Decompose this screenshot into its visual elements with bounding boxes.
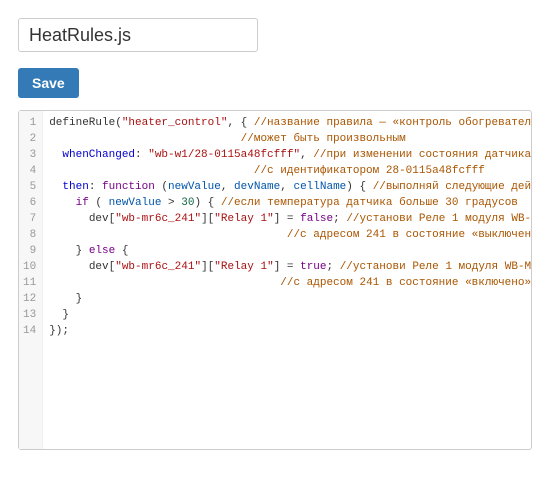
code-token: { [115,245,128,257]
code-token: "wb-w1/28-0115a48fcfff" [148,149,300,161]
code-token: //название правила — «контроль обогреват… [254,117,531,129]
line-number: 2 [23,131,36,147]
code-line[interactable]: then: function (newValue, devName, cellN… [49,179,525,195]
code-token: devName [234,181,280,193]
code-line[interactable]: //с адресом 241 в состояние «включено» [49,275,525,291]
code-line[interactable]: }); [49,323,525,339]
code-token: true [300,261,326,273]
code-token: defineRule( [49,117,122,129]
code-token: ) { [346,181,372,193]
code-line[interactable]: whenChanged: "wb-w1/28-0115a48fcfff", //… [49,147,525,163]
code-token [49,277,280,289]
code-token: : [89,181,102,193]
code-token: > [161,197,181,209]
code-token: dev [89,213,109,225]
code-token: //установи Реле 1 модуля WB-MR6C [346,213,531,225]
line-number: 5 [23,179,36,195]
code-token: "Relay 1" [214,213,273,225]
code-token: ][ [201,261,214,273]
code-token: //выполняй следующие действия [373,181,531,193]
code-token: "heater_control" [122,117,228,129]
code-token: , [280,181,293,193]
code-token: ) { [194,197,220,209]
code-token: "Relay 1" [214,261,273,273]
code-token: } [49,245,89,257]
code-token: //при изменении состояния датчика 1-Wire [313,149,531,161]
line-number: 4 [23,163,36,179]
code-token: } [49,309,69,321]
code-token: , [300,149,313,161]
code-area[interactable]: defineRule("heater_control", { //названи… [43,111,531,449]
code-token: }); [49,325,69,337]
code-token: //с идентификатором 28-0115a48fcfff [254,165,485,177]
filename-input[interactable] [18,18,258,52]
code-token: newValue [168,181,221,193]
line-number: 1 [23,115,36,131]
code-token: "wb-mr6c_241" [115,261,201,273]
code-token: } [49,293,82,305]
code-editor[interactable]: 1234567891011121314 defineRule("heater_c… [18,110,532,450]
line-number: 9 [23,243,36,259]
save-button[interactable]: Save [18,68,79,98]
line-number: 3 [23,147,36,163]
code-token: ] = [274,261,300,273]
code-token: //с адресом 241 в состояние «включено» [280,277,531,289]
code-token: ; [333,213,346,225]
line-number: 8 [23,227,36,243]
code-line[interactable]: defineRule("heater_control", { //названи… [49,115,525,131]
code-token: function [102,181,155,193]
code-token [49,261,89,273]
line-number: 10 [23,259,36,275]
line-gutter: 1234567891011121314 [19,111,43,449]
code-token: if [76,197,89,209]
code-token: whenChanged [62,149,135,161]
code-token: //может быть произвольным [241,133,406,145]
line-number: 12 [23,291,36,307]
line-number: 13 [23,307,36,323]
code-token: : [135,149,148,161]
code-token: then [62,181,88,193]
code-token: cellName [293,181,346,193]
code-token: ][ [201,213,214,225]
line-number: 6 [23,195,36,211]
code-token [49,133,240,145]
code-line[interactable]: //с адресом 241 в состояние «выключено» [49,227,525,243]
code-line[interactable]: } [49,307,525,323]
code-line[interactable]: //с идентификатором 28-0115a48fcfff [49,163,525,179]
code-token [49,197,75,209]
code-token: false [300,213,333,225]
line-number: 14 [23,323,36,339]
code-token: //установи Реле 1 модуля WB-MR6C [340,261,531,273]
code-token: else [89,245,115,257]
code-token: dev [89,261,109,273]
code-token [49,229,287,241]
code-token: //если температура датчика больше 30 гра… [221,197,518,209]
code-line[interactable]: //может быть произвольным [49,131,525,147]
line-number: 7 [23,211,36,227]
code-line[interactable]: } [49,291,525,307]
code-token: ( [155,181,168,193]
code-token [49,213,89,225]
line-number: 11 [23,275,36,291]
code-token [49,149,62,161]
code-token: ; [327,261,340,273]
code-token: "wb-mr6c_241" [115,213,201,225]
code-line[interactable]: } else { [49,243,525,259]
code-line[interactable]: if ( newValue > 30) { //если температура… [49,195,525,211]
code-token: , [221,181,234,193]
code-line[interactable]: dev["wb-mr6c_241"]["Relay 1"] = true; //… [49,259,525,275]
code-token: 30 [181,197,194,209]
code-token: newValue [109,197,162,209]
code-line[interactable]: dev["wb-mr6c_241"]["Relay 1"] = false; /… [49,211,525,227]
code-token: ( [89,197,109,209]
code-token: //с адресом 241 в состояние «выключено» [287,229,531,241]
code-token: , { [227,117,253,129]
code-token: ] = [274,213,300,225]
code-token [49,165,254,177]
code-token [49,181,62,193]
